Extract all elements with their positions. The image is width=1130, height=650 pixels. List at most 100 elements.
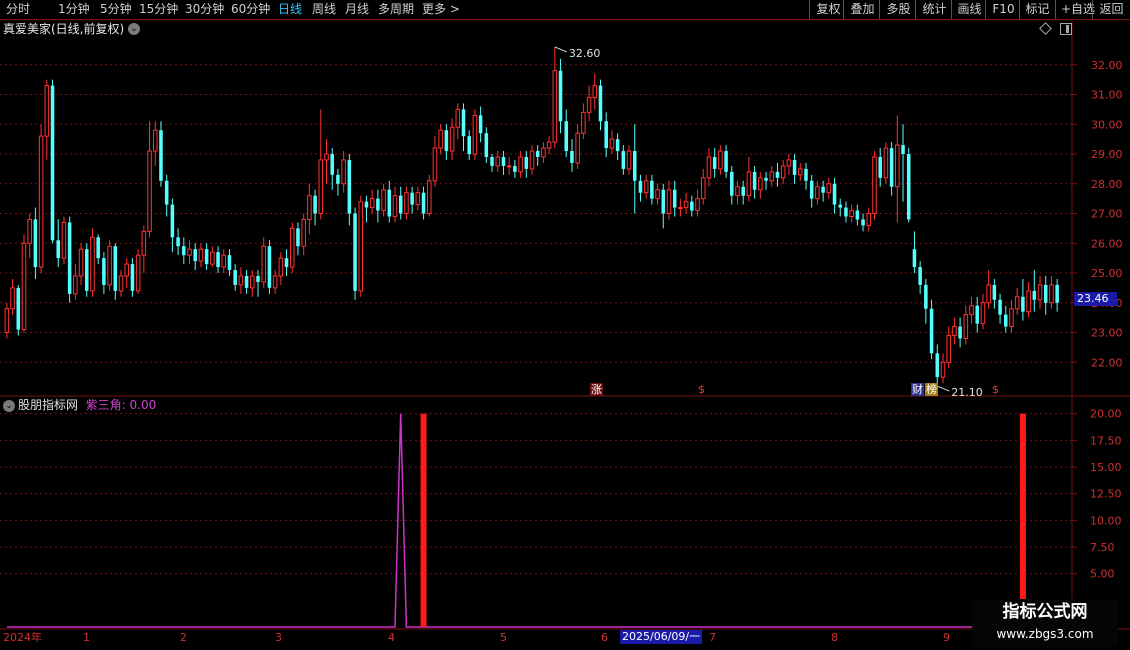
- candle-body: [661, 189, 666, 214]
- x-label-month-2: 2: [180, 631, 187, 644]
- finance-mark[interactable]: 财: [911, 383, 924, 396]
- candle-body: [524, 156, 529, 169]
- candle-body: [284, 258, 289, 268]
- y-tick-label: 28.00: [1091, 178, 1123, 191]
- chevron-down-icon[interactable]: ⌄: [128, 23, 140, 35]
- low-pointer: [937, 385, 950, 392]
- candle-body: [598, 85, 603, 122]
- candle-body: [901, 145, 905, 155]
- candle-body: [478, 115, 483, 134]
- x-label-month-5: 5: [500, 631, 507, 644]
- candle-body: [506, 165, 512, 168]
- candle-body: [1032, 290, 1037, 300]
- candle-body: [992, 284, 997, 300]
- candle-body: [495, 156, 501, 167]
- watermark-url: www.zbgs3.com: [996, 627, 1094, 641]
- candle-body: [432, 147, 438, 182]
- candle-body: [227, 255, 232, 271]
- candle-body: [809, 180, 814, 199]
- candle-body: [256, 275, 260, 282]
- candle-body: [946, 334, 951, 363]
- x-label-month-1: 1: [83, 631, 90, 644]
- candle-body: [78, 248, 84, 277]
- candle-body: [535, 151, 540, 157]
- x-label-month-7: 7: [709, 631, 716, 644]
- candle-body: [924, 284, 928, 309]
- candle-body: [986, 284, 991, 304]
- candle-body: [678, 207, 683, 210]
- candle-body: [336, 174, 340, 184]
- candle-body: [638, 180, 643, 193]
- candle-body: [233, 270, 237, 285]
- candle-body: [775, 171, 780, 178]
- candle-body: [826, 183, 832, 194]
- ranking-mark[interactable]: 榜: [925, 383, 938, 396]
- watermark-title: 指标公式网: [1002, 602, 1088, 622]
- candle-body: [341, 159, 346, 185]
- candle-body: [193, 249, 197, 262]
- indicator-y-tick-label: 10.00: [1090, 514, 1122, 527]
- candle-body: [107, 245, 112, 286]
- candle-body: [96, 237, 100, 259]
- candle-body: [758, 177, 763, 191]
- candle-body: [210, 251, 215, 265]
- candle-body: [164, 180, 169, 205]
- candle-body: [438, 129, 443, 149]
- candle-body: [615, 139, 620, 152]
- candle-body: [786, 159, 792, 167]
- candle-body: [650, 180, 654, 199]
- x-label-month-3: 3: [275, 631, 282, 644]
- candle-body: [353, 213, 357, 291]
- current-price-tag: 23.46: [1074, 292, 1117, 306]
- candle-body: [1009, 308, 1014, 328]
- candle-body: [159, 130, 163, 181]
- candle-body: [449, 126, 455, 152]
- candle-body: [666, 189, 672, 215]
- candle-body: [152, 129, 158, 152]
- candle-body: [592, 85, 598, 98]
- candle-body: [289, 227, 295, 268]
- candle-body: [141, 230, 147, 256]
- candle-body: [250, 275, 255, 289]
- candle-body: [529, 150, 535, 170]
- candle-body: [906, 154, 911, 220]
- x-label-month-6: 6: [601, 631, 608, 644]
- candle-body: [838, 204, 843, 208]
- candle-body: [272, 275, 278, 289]
- candle-body: [490, 156, 494, 166]
- candle-body: [604, 121, 608, 149]
- candle-body: [4, 308, 10, 334]
- candle-body: [50, 85, 55, 241]
- candle-body: [221, 254, 227, 268]
- candle-body: [849, 210, 854, 217]
- candle-body: [198, 248, 204, 262]
- candle-body: [958, 326, 962, 339]
- candle-body: [672, 189, 677, 208]
- candle-body: [872, 156, 877, 215]
- candle-body: [626, 150, 632, 170]
- y-tick-label: 27.00: [1091, 208, 1123, 221]
- candle-body: [376, 198, 380, 211]
- candle-body: [963, 314, 969, 339]
- panel-toggle-icon[interactable]: [1060, 23, 1072, 35]
- candle-body: [821, 186, 825, 193]
- x-label-month-8: 8: [831, 631, 838, 644]
- candle-body: [1026, 290, 1031, 313]
- candle-body: [267, 246, 272, 288]
- candle-body: [706, 156, 712, 179]
- chevron-down-icon[interactable]: ⌄: [3, 399, 15, 412]
- stock-title: 真爱美家(日线,前复权): [3, 22, 125, 36]
- kline-chart[interactable]: 32.0031.0030.0029.0028.0027.0026.0025.00…: [0, 0, 1130, 650]
- candle-body: [586, 96, 592, 113]
- y-tick-label: 30.00: [1091, 118, 1123, 131]
- candle-body: [113, 246, 118, 291]
- limit-up-mark[interactable]: 涨: [590, 383, 603, 396]
- y-tick-label: 32.00: [1091, 59, 1123, 72]
- dollar-mark-2[interactable]: $: [992, 383, 999, 396]
- candle-body: [278, 257, 284, 277]
- y-tick-label: 22.00: [1091, 356, 1123, 369]
- candle-body: [472, 114, 478, 155]
- high-pointer: [554, 46, 568, 53]
- candle-body: [364, 201, 369, 208]
- dollar-mark[interactable]: $: [698, 383, 705, 396]
